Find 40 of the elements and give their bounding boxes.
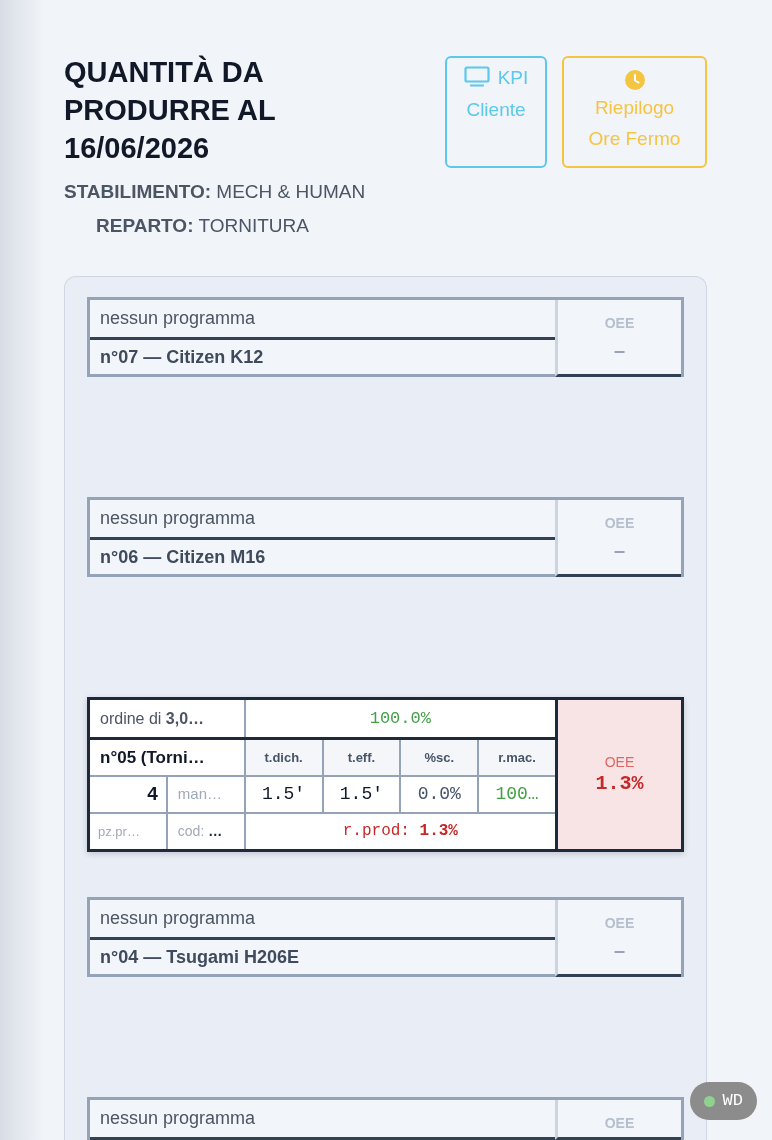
- oee-label: OEE: [604, 752, 635, 771]
- header-detail: REPARTO: TORNITURA: [95, 214, 310, 238]
- column-header: %sc.: [401, 740, 478, 775]
- table-cell: pz.pr…: [90, 814, 166, 849]
- oee-label: OEE: [604, 914, 635, 932]
- oee-value: –: [613, 938, 626, 962]
- value-cell: 0.0%: [401, 777, 478, 812]
- oee-value: –: [613, 538, 626, 562]
- program-status: nessun programma: [90, 500, 555, 540]
- value-cell: 1.5': [245, 777, 322, 812]
- program-status: nessun programma: [90, 1100, 555, 1140]
- downtime-summary-button[interactable]: Riepilogo Ore Fermo: [562, 56, 707, 168]
- oee-label: OEE: [604, 514, 635, 532]
- header-detail: STABILIMENTO: MECH & HUMAN: [64, 180, 366, 204]
- value-cell: 1.5': [323, 777, 400, 812]
- progress-percent: 100.0%: [245, 700, 555, 737]
- column-header: t.dich.: [245, 740, 322, 775]
- badge-label: WD: [722, 1090, 743, 1113]
- code-cell: cod: …: [167, 814, 244, 849]
- oee-value: –: [613, 338, 626, 362]
- clock-icon: [624, 70, 645, 90]
- column-header: r.mac.: [479, 740, 555, 775]
- program-status: nessun programma: [90, 300, 555, 340]
- machine-name: n°06 — Citizen M16: [90, 540, 555, 577]
- oee-value: 1.3%: [595, 770, 644, 797]
- machine-name: n°04 — Tsugami H206E: [90, 940, 555, 977]
- order-quantity: ordine di 3,0…: [90, 700, 244, 737]
- program-status: nessun programma: [90, 900, 555, 940]
- kpi-client-button[interactable]: KPI Cliente: [445, 56, 547, 168]
- oee-label: OEE: [604, 314, 635, 332]
- table-cell: man…: [167, 777, 244, 812]
- oee-label: OEE: [604, 1114, 635, 1132]
- machine-name: n°07 — Citizen K12: [90, 340, 555, 377]
- column-header: t.eff.: [323, 740, 400, 775]
- page-title: QUANTITÀ DA PRODURRE AL 16/06/2026: [64, 54, 277, 166]
- machine-name: n°05 (Torni…: [90, 740, 244, 775]
- monitor-icon: [463, 66, 490, 87]
- production-rate: r.prod: 1.3%: [245, 814, 555, 849]
- value-cell: 100…: [479, 777, 555, 812]
- table-cell: 4: [90, 777, 166, 812]
